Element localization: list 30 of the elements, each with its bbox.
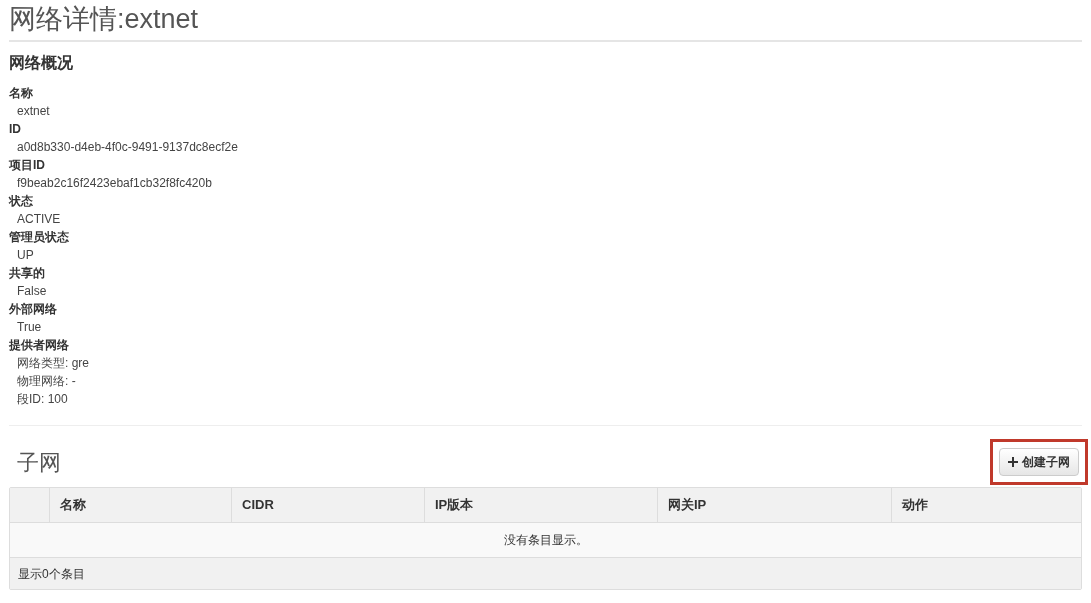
field-label: 管理员状态 bbox=[9, 229, 69, 246]
field-value: True bbox=[16, 319, 42, 336]
column-header: 动作 bbox=[902, 496, 928, 515]
section-heading: 网络概况 bbox=[9, 53, 73, 73]
column-header: IP版本 bbox=[435, 496, 474, 515]
field-label: 提供者网络 bbox=[9, 337, 69, 354]
plus-icon bbox=[1008, 457, 1018, 467]
table-footer: 显示0个条目 bbox=[18, 564, 85, 583]
section-heading: 子网 bbox=[16, 448, 61, 477]
field-value: extnet bbox=[16, 103, 50, 120]
field-value: UP bbox=[16, 247, 34, 264]
field-label: 项目ID bbox=[9, 157, 45, 174]
field-label: 状态 bbox=[9, 193, 33, 210]
field-value: ACTIVE bbox=[16, 211, 61, 228]
field-label: 外部网络 bbox=[9, 301, 57, 318]
field-label: 共享的 bbox=[9, 265, 45, 282]
column-header: 名称 bbox=[60, 496, 86, 515]
column-header: 网关IP bbox=[668, 496, 707, 515]
field-label: 名称 bbox=[9, 85, 33, 102]
field-value: a0d8b330-d4eb-4f0c-9491-9137dc8ecf2e bbox=[16, 139, 238, 156]
field-value: 网络类型: gre bbox=[16, 355, 89, 372]
create-subnet-button[interactable]: 创建子网 bbox=[999, 448, 1079, 476]
field-value: 段ID: 100 bbox=[16, 391, 68, 408]
empty-message: 没有条目显示。 bbox=[503, 532, 588, 549]
field-value: f9beab2c16f2423ebaf1cb32f8fc420b bbox=[16, 175, 212, 192]
column-header: CIDR bbox=[242, 496, 274, 515]
field-value: False bbox=[16, 283, 47, 300]
field-value: 物理网络: - bbox=[16, 373, 76, 390]
page-title: 网络详情:extnet bbox=[9, 3, 199, 36]
field-label: ID bbox=[9, 121, 21, 138]
